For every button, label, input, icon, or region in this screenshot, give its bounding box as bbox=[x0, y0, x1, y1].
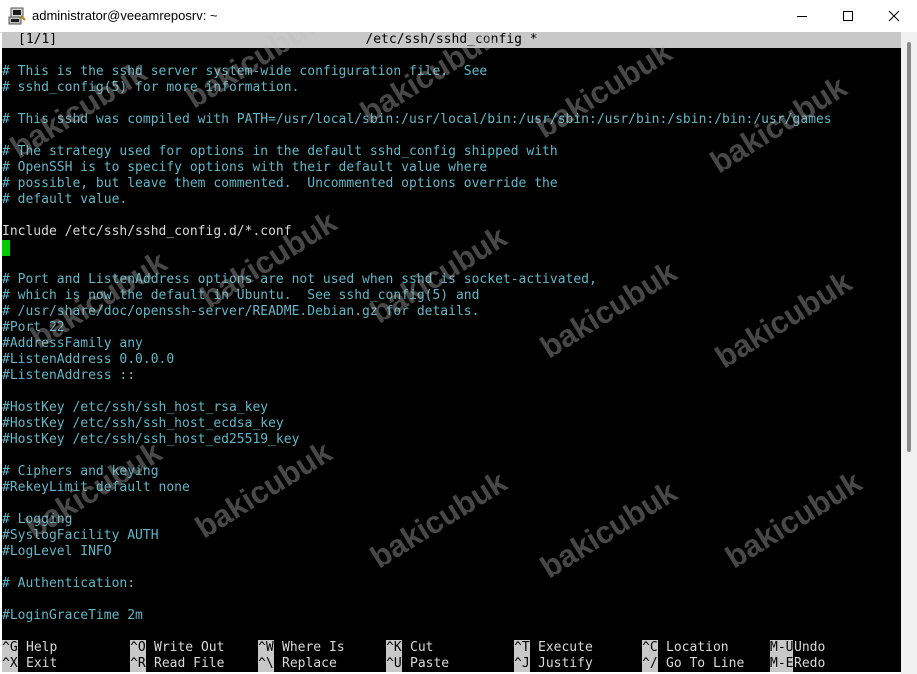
nano-filename: /etc/ssh/sshd_config * bbox=[365, 32, 538, 47]
shortcut-label: Redo bbox=[794, 656, 826, 671]
editor-line: #AddressFamily any bbox=[2, 336, 143, 351]
shortcut-label: Location bbox=[666, 640, 729, 655]
editor-line: # This is the sshd server system-wide co… bbox=[2, 64, 488, 79]
window-title: administrator@veeamreposrv: ~ bbox=[32, 8, 218, 23]
editor-line: # /usr/share/doc/openssh-server/README.D… bbox=[2, 304, 480, 319]
shortcut-key: M-U bbox=[770, 640, 794, 656]
shortcut-key: ^R bbox=[130, 656, 146, 672]
vertical-scrollbar[interactable] bbox=[901, 32, 917, 674]
close-button[interactable] bbox=[871, 0, 917, 32]
watermark-text: bakicubuk bbox=[534, 474, 683, 586]
editor-line: # Authentication: bbox=[2, 576, 136, 591]
shortcut-key: M-E bbox=[770, 656, 794, 672]
maximize-icon bbox=[843, 11, 853, 21]
watermark-text: bakicubuk bbox=[719, 464, 868, 576]
maximize-button[interactable] bbox=[825, 0, 871, 32]
editor-line: #HostKey /etc/ssh/ssh_host_rsa_key bbox=[2, 400, 269, 415]
editor-line: # OpenSSH is to specify options with the… bbox=[2, 160, 488, 175]
shortcut-key: ^U bbox=[386, 656, 402, 672]
shortcut-label: Undo bbox=[794, 640, 826, 655]
watermark-text: bakicubuk bbox=[534, 254, 683, 366]
editor-line: #ListenAddress :: bbox=[2, 368, 136, 383]
editor-line: # The strategy used for options in the d… bbox=[2, 144, 558, 159]
shortcut-key: ^W bbox=[258, 640, 274, 656]
editor-line: #Port 22 bbox=[2, 320, 65, 335]
shortcut-key: ^G bbox=[2, 640, 18, 656]
shortcut-label: Replace bbox=[282, 656, 337, 671]
editor-line: #HostKey /etc/ssh/ssh_host_ecdsa_key bbox=[2, 416, 284, 431]
shortcut-key: ^K bbox=[386, 640, 402, 656]
shortcut-label: Write Out bbox=[154, 640, 225, 655]
terminal-area[interactable]: /etc/ssh/sshd_config * [1/1] # This is t… bbox=[2, 32, 901, 672]
editor-line: #RekeyLimit default none bbox=[2, 480, 190, 495]
watermark-text: bakicubuk bbox=[529, 34, 678, 146]
editor-line: # possible, but leave them commented. Un… bbox=[2, 176, 558, 191]
minimize-button[interactable] bbox=[779, 0, 825, 32]
shortcut-label: Justify bbox=[538, 656, 593, 671]
editor-line: #SyslogFacility AUTH bbox=[2, 528, 159, 543]
shortcut-key: ^O bbox=[130, 640, 146, 656]
shortcut-label: Paste bbox=[410, 656, 450, 671]
shortcut-label: Exit bbox=[26, 656, 58, 671]
shortcut-key: ^X bbox=[2, 656, 18, 672]
editor-line: # sshd_config(5) for more information. bbox=[2, 80, 300, 95]
shortcut-key: ^/ bbox=[642, 656, 658, 672]
editor-line: # Logging bbox=[2, 512, 73, 527]
editor-line: #HostKey /etc/ssh/ssh_host_ed25519_key bbox=[2, 432, 300, 447]
shortcut-key: ^\ bbox=[258, 656, 274, 672]
putty-icon bbox=[8, 7, 26, 25]
editor-line: # default value. bbox=[2, 192, 128, 207]
watermark-text: bakicubuk bbox=[364, 464, 513, 576]
watermark-text: bakicubuk bbox=[709, 264, 858, 376]
window-titlebar[interactable]: administrator@veeamreposrv: ~ bbox=[0, 0, 917, 33]
shortcut-label: Help bbox=[26, 640, 58, 655]
editor-line: # This sshd was compiled with PATH=/usr/… bbox=[2, 112, 832, 127]
watermark-text: bakicubuk bbox=[189, 434, 338, 546]
shortcut-label: Read File bbox=[154, 656, 225, 671]
shortcut-label: Cut bbox=[410, 640, 434, 655]
shortcut-key: ^C bbox=[642, 640, 658, 656]
shortcut-label: Execute bbox=[538, 640, 593, 655]
editor-line: #ListenAddress 0.0.0.0 bbox=[2, 352, 175, 367]
editor-line: Include /etc/ssh/sshd_config.d/*.conf bbox=[2, 224, 292, 239]
close-icon bbox=[888, 10, 900, 22]
shortcut-label: Go To Line bbox=[666, 656, 745, 671]
shortcut-key: ^J bbox=[514, 656, 530, 672]
editor-line: # Port and ListenAddress options are not… bbox=[2, 272, 597, 287]
editor-line: # which is now the default in Ubuntu. Se… bbox=[2, 288, 480, 303]
scrollbar-thumb[interactable] bbox=[907, 42, 911, 452]
editor-line: #LogLevel INFO bbox=[2, 544, 112, 559]
editor-line: #LoginGraceTime 2m bbox=[2, 608, 143, 623]
editor-line: # Ciphers and keying bbox=[2, 464, 159, 479]
nano-buffer-position: [1/1] bbox=[18, 32, 58, 47]
minimize-icon bbox=[797, 16, 807, 17]
shortcut-label: Where Is bbox=[282, 640, 345, 655]
nano-header: /etc/ssh/sshd_config * [1/1] bbox=[2, 32, 901, 48]
text-cursor bbox=[2, 240, 10, 256]
shortcut-key: ^T bbox=[514, 640, 530, 656]
